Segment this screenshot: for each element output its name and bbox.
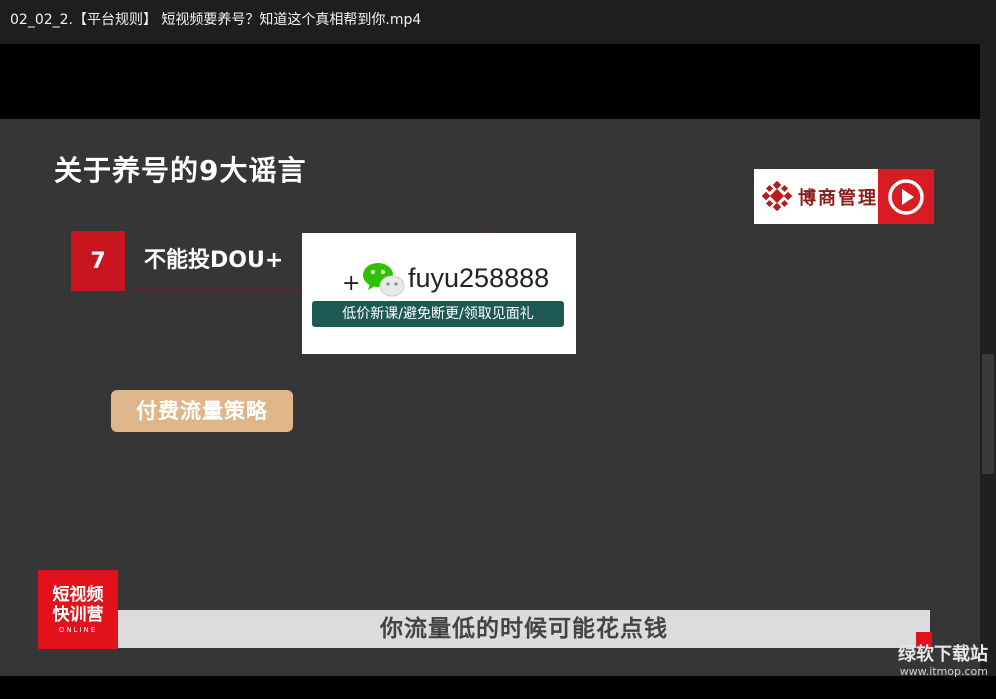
window-title: 02_02_2.【平台规则】 短视频要养号？知道这个真相帮到你.mp4 bbox=[0, 0, 996, 44]
brand-logo-text: 博商管理 bbox=[798, 187, 878, 209]
logo-play-panel bbox=[878, 169, 934, 224]
brand-logo: 博商管理 bbox=[754, 169, 934, 224]
watermark-url: www.itmop.com bbox=[899, 665, 988, 678]
wechat-overlay: + fuyu258888 低价新课/避免断更/领取见面礼 bbox=[302, 233, 576, 354]
badge-line-1: 短视频 bbox=[52, 584, 104, 605]
subtitle-caption: 你流量低的时候可能花点钱 bbox=[118, 610, 930, 648]
play-circle-icon bbox=[888, 178, 924, 215]
wechat-id: fuyu258888 bbox=[408, 263, 550, 293]
scrollbar[interactable] bbox=[980, 44, 996, 676]
plus-sign: + bbox=[342, 271, 361, 296]
wechat-icon bbox=[363, 263, 405, 297]
badge-line-3: ONLINE bbox=[58, 625, 98, 634]
slide-title: 关于养号的9大谣言 bbox=[54, 154, 307, 187]
video-frame: 关于养号的9大谣言 博商管理 7 不能投DOU+ + fuyu258888 低价… bbox=[0, 119, 980, 676]
myth-number: 7 bbox=[71, 231, 125, 291]
knot-pattern-icon bbox=[762, 181, 792, 211]
watermark-name: 绿软下载站 bbox=[898, 644, 988, 665]
course-badge: 短视频 快训营 ONLINE bbox=[38, 570, 118, 649]
badge-line-2: 快训营 bbox=[52, 604, 104, 625]
strategy-tag: 付费流量策略 bbox=[111, 390, 293, 432]
scrollbar-thumb[interactable] bbox=[982, 354, 994, 474]
promo-banner: 低价新课/避免断更/领取见面礼 bbox=[312, 301, 564, 327]
site-watermark: 绿软下载站 www.itmop.com bbox=[888, 644, 988, 678]
